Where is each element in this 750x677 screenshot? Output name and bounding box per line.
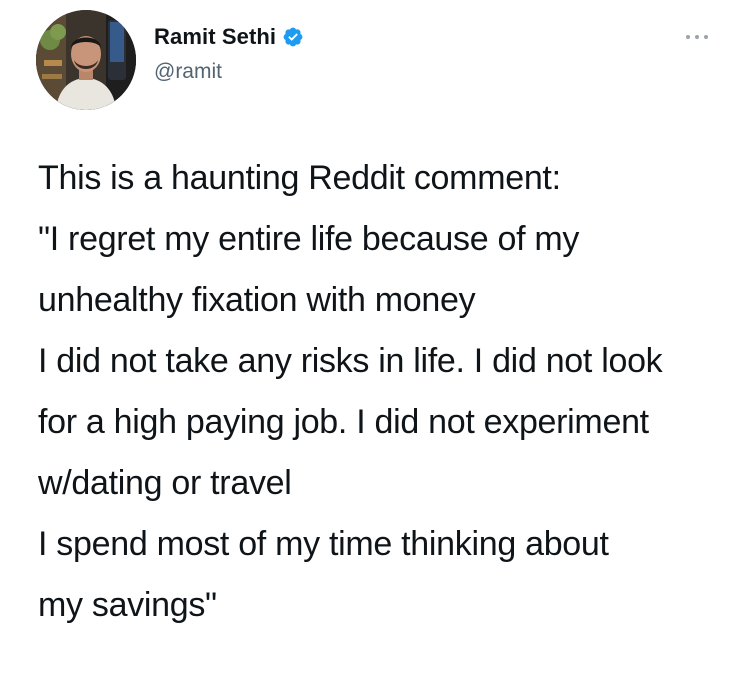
dot bbox=[686, 35, 690, 39]
more-dots-icon[interactable] bbox=[686, 34, 708, 40]
tweet-paragraph: I did not take any risks in life. I did … bbox=[38, 342, 663, 502]
tweet-card: Ramit Sethi @ramit This is a haunting Re… bbox=[0, 0, 750, 677]
avatar[interactable] bbox=[36, 10, 136, 110]
dot bbox=[704, 35, 708, 39]
dot bbox=[695, 35, 699, 39]
tweet-text: This is a haunting Reddit comment: "I re… bbox=[38, 148, 728, 636]
verified-badge-icon bbox=[282, 26, 304, 48]
tweet-paragraph: "I regret my entire life because of my u… bbox=[38, 220, 580, 319]
display-name[interactable]: Ramit Sethi bbox=[154, 24, 276, 50]
profile-photo-icon bbox=[36, 10, 136, 110]
user-handle[interactable]: @ramit bbox=[154, 60, 222, 84]
tweet-header: Ramit Sethi @ramit bbox=[36, 10, 716, 110]
tweet-paragraph: This is a haunting Reddit comment: bbox=[38, 159, 561, 197]
name-row: Ramit Sethi bbox=[154, 24, 304, 50]
tweet-paragraph: I spend most of my time thinking about m… bbox=[38, 525, 609, 624]
